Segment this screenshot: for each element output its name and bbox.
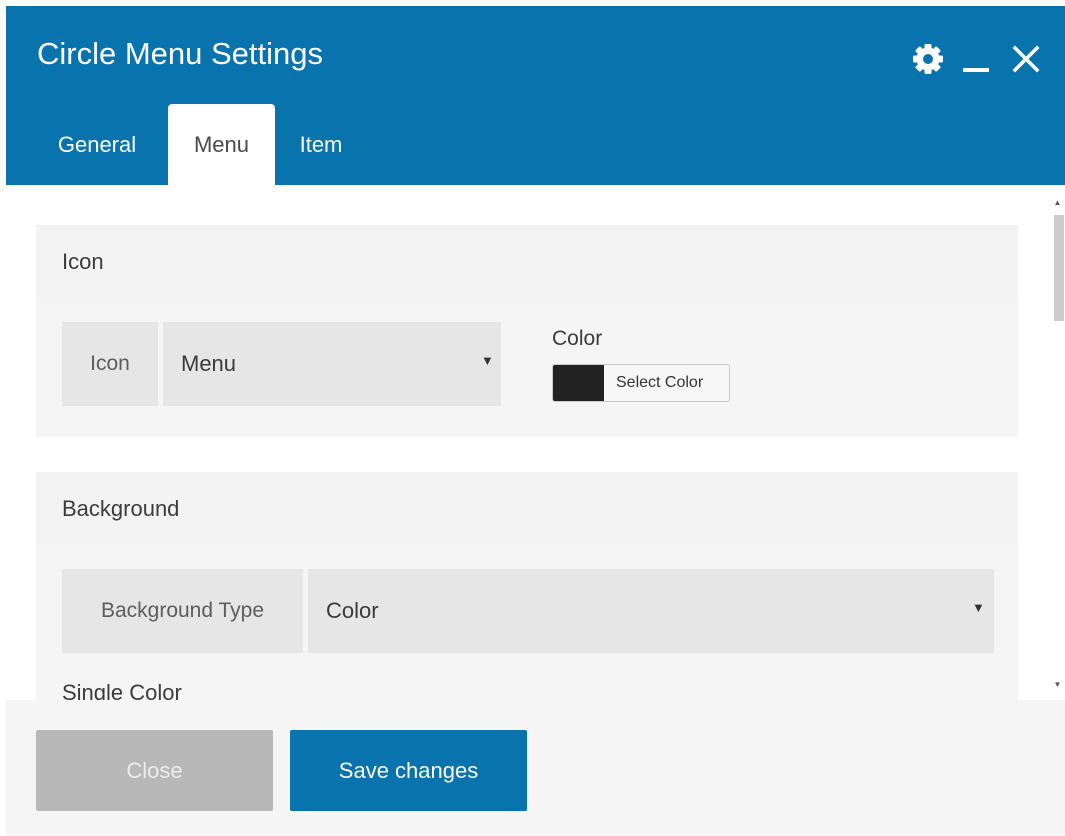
background-type-label: Background Type [62,569,303,653]
scroll-up-arrow-icon[interactable]: ▲ [1050,195,1065,209]
background-section-body: Background Type Color ▼ Single Color [36,544,1018,700]
close-icon[interactable] [1010,42,1042,76]
color-label: Color [552,327,603,350]
single-color-label: Single Color [62,680,182,700]
tab-general[interactable]: General [42,104,152,185]
caret-down-icon: ▼ [481,353,494,368]
caret-down-icon: ▼ [972,600,985,615]
icon-field-label: Icon [62,322,158,406]
color-swatch [553,365,604,401]
background-section-title: Background [62,496,180,521]
icon-section-title: Icon [62,249,104,274]
color-picker-button[interactable]: Select Color [552,364,730,402]
dialog-title: Circle Menu Settings [37,36,324,71]
settings-content: Icon Icon Menu ▼ Color Select Color Back… [6,185,1048,700]
tab-item[interactable]: Item [281,104,361,185]
dialog-footer: Close Save changes [6,700,1065,836]
icon-section-header: Icon [36,225,1018,298]
select-color-label: Select Color [616,374,704,391]
icon-section-body: Icon Menu ▼ Color Select Color [36,297,1018,437]
save-changes-button[interactable]: Save changes [290,730,527,811]
background-type-select[interactable]: Color ▼ [308,569,994,653]
icon-section: Icon Icon Menu ▼ Color Select Color [36,225,1018,437]
scroll-thumb[interactable] [1054,215,1064,321]
icon-select-value: Menu [181,351,237,376]
scroll-down-arrow-icon[interactable]: ▼ [1050,677,1065,691]
content-scrollbar[interactable]: ▲ ▼ [1050,185,1065,700]
tab-menu[interactable]: Menu [168,104,275,185]
close-button[interactable]: Close [36,730,273,811]
settings-dialog: Circle Menu Settings General Menu Item I… [6,6,1065,836]
gear-icon[interactable] [911,42,945,76]
minimize-icon[interactable] [961,42,991,76]
background-section: Background Background Type Color ▼ Singl… [36,472,1018,700]
dialog-header: Circle Menu Settings General Menu Item [6,6,1065,185]
background-type-value: Color [326,598,379,623]
background-section-header: Background [36,472,1018,545]
icon-select[interactable]: Menu ▼ [163,322,501,406]
